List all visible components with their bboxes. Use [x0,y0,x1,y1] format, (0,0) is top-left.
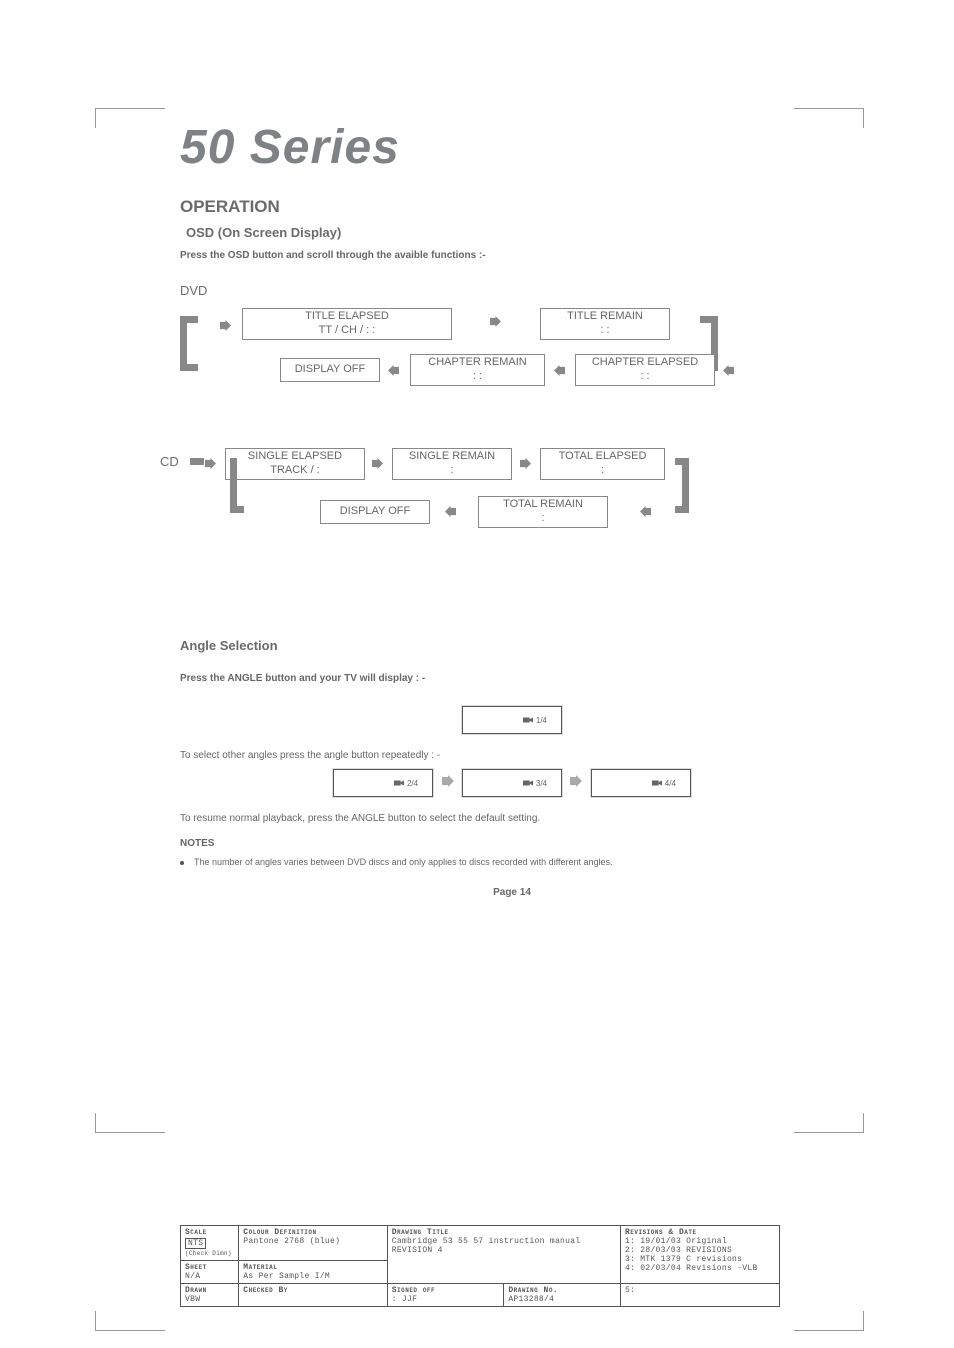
box-chapter-elapsed: CHAPTER ELAPSED : : [575,354,715,386]
single-elapsed-l2: TRACK / : [230,464,360,478]
camera-icon [523,778,533,788]
drawing-info-table: Scale NTS (Check Dimn) Colour Definition… [180,1225,780,1307]
page-number: Page 14 [180,887,844,898]
notes-bullet-1: The number of angles varies between DVD … [180,857,844,867]
scale-value: NTS [185,1238,206,1249]
revision-label: REVISION 4 [392,1246,443,1255]
signed-heading: Signed off [392,1286,435,1295]
chapter-elapsed-l2: : : [580,370,710,384]
scale-heading: Scale [185,1228,207,1237]
osd-instruction: Press the OSD button and scroll through … [180,250,844,261]
rev5: 5: [625,1286,635,1295]
chapter-remain-l1: CHAPTER REMAIN [415,356,540,370]
drawing-title-value: Cambridge 53 55 57 instruction manual [392,1237,581,1246]
drawing-no-value: AP13288/4 [508,1295,554,1304]
arrow-right-icon [442,774,454,792]
rev2: 2: 28/03/03 REVISIONS [625,1246,732,1255]
cd-flow-diagram: CD SINGLE ELAPSED TRACK / : SINGLE REMAI… [170,448,844,578]
box-chapter-remain: CHAPTER REMAIN : : [410,354,545,386]
drawing-title-heading: Drawing Title [392,1228,449,1237]
chapter-remain-l2: : : [415,370,540,384]
camera-icon [652,778,662,788]
colour-value: Pantone 2768 (blue) [243,1237,340,1246]
rev3: 3: MTK 1379 C revisions [625,1255,742,1264]
box-single-elapsed: SINGLE ELAPSED TRACK / : [225,448,365,480]
rev1: 1: 19/01/03 Original [625,1237,727,1246]
signed-value: : JJF [392,1295,418,1304]
angle-value-1: 1/4 [536,716,547,725]
angle-box-2: 2/4 [333,769,433,797]
angle-resume-text: To resume normal playback, press the ANG… [180,813,844,824]
colour-heading: Colour Definition [243,1228,316,1237]
title-remain-l2: : : [545,324,665,338]
osd-heading: OSD (On Screen Display) [186,225,844,240]
angle-value-3: 3/4 [536,779,547,788]
camera-icon [523,715,533,725]
box-total-remain: TOTAL REMAIN : [478,496,608,528]
camera-icon [394,778,404,788]
display-off-dvd: DISPLAY OFF [285,363,375,377]
display-off-cd: DISPLAY OFF [325,505,425,519]
total-remain-l1: TOTAL REMAIN [483,498,603,512]
drawing-no-heading: Drawing No. [508,1286,558,1295]
rev4: 4: 02/03/04 Revisions -VLB [625,1264,758,1273]
total-elapsed-l2: : [545,464,660,478]
title-remain-l1: TITLE REMAIN [545,310,665,324]
box-total-elapsed: TOTAL ELAPSED : [540,448,665,480]
note-1-text: The number of angles varies between DVD … [194,857,613,867]
drawn-value: VBW [185,1295,200,1304]
dvd-flow-diagram: TITLE ELAPSED TT / CH / : : TITLE REMAIN… [170,298,844,438]
checked-heading: Checked By [243,1286,288,1295]
bullet-icon [180,861,184,865]
angle-box-4: 4/4 [591,769,691,797]
series-title: 50 Series [180,120,844,175]
drawn-heading: Drawn [185,1286,207,1295]
dvd-label: DVD [180,283,844,298]
single-remain-l1: SINGLE REMAIN [397,450,507,464]
angle-instruction: Press the ANGLE button and your TV will … [180,673,844,684]
revisions-heading: Revisions & Date [625,1228,697,1237]
box-display-off-dvd: DISPLAY OFF [280,358,380,382]
angle-heading: Angle Selection [180,638,844,653]
single-remain-l2: : [397,464,507,478]
angle-select-other-text: To select other angles press the angle b… [180,750,844,761]
box-display-off-cd: DISPLAY OFF [320,500,430,524]
angle-value-4: 4/4 [665,779,676,788]
cd-label: CD [160,454,179,469]
scale-sub: (Check Dimn) [185,1250,232,1257]
notes-heading: NOTES [180,838,844,849]
total-elapsed-l1: TOTAL ELAPSED [545,450,660,464]
arrow-right-icon [570,774,582,792]
material-heading: Material [243,1263,277,1272]
chapter-elapsed-l1: CHAPTER ELAPSED [580,356,710,370]
operation-heading: OPERATION [180,197,844,217]
box-single-remain: SINGLE REMAIN : [392,448,512,480]
title-elapsed-l1: TITLE ELAPSED [247,310,447,324]
angle-box-1: 1/4 [462,706,562,734]
sheet-value: N/A [185,1272,200,1281]
title-elapsed-l2: TT / CH / : : [247,324,447,338]
box-title-remain: TITLE REMAIN : : [540,308,670,340]
sheet-heading: Sheet [185,1263,207,1272]
material-value: As Per Sample I/M [243,1272,330,1281]
box-title-elapsed: TITLE ELAPSED TT / CH / : : [242,308,452,340]
angle-value-2: 2/4 [407,779,418,788]
total-remain-l2: : [483,512,603,526]
angle-box-3: 3/4 [462,769,562,797]
single-elapsed-l1: SINGLE ELAPSED [230,450,360,464]
